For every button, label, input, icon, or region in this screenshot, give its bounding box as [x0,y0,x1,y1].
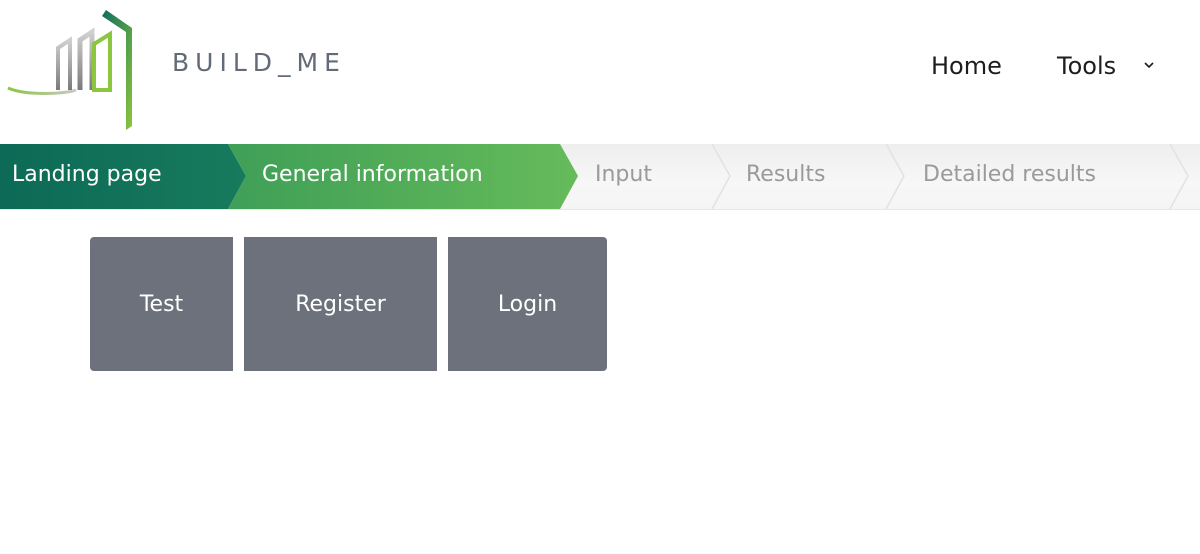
nav-home-link[interactable]: Home [931,52,1002,80]
chevron-down-icon[interactable] [1143,59,1155,71]
test-button[interactable]: Test [90,237,233,371]
brand-name: BUILD_ME [172,48,346,77]
register-button[interactable]: Register [244,237,437,371]
step-results[interactable]: Results [746,162,825,187]
step-input[interactable]: Input [595,162,652,187]
header: BUILD_ME Home Tools [0,0,1200,144]
progress-steps: Landing page General information Input R… [0,144,1200,210]
step-landing-page[interactable]: Landing page [12,162,162,187]
nav-tools-menu[interactable]: Tools [1057,52,1116,80]
step-detailed-results[interactable]: Detailed results [923,162,1096,187]
login-button[interactable]: Login [448,237,607,371]
build-me-logo-icon[interactable] [6,4,140,130]
step-general-information[interactable]: General information [262,162,483,187]
